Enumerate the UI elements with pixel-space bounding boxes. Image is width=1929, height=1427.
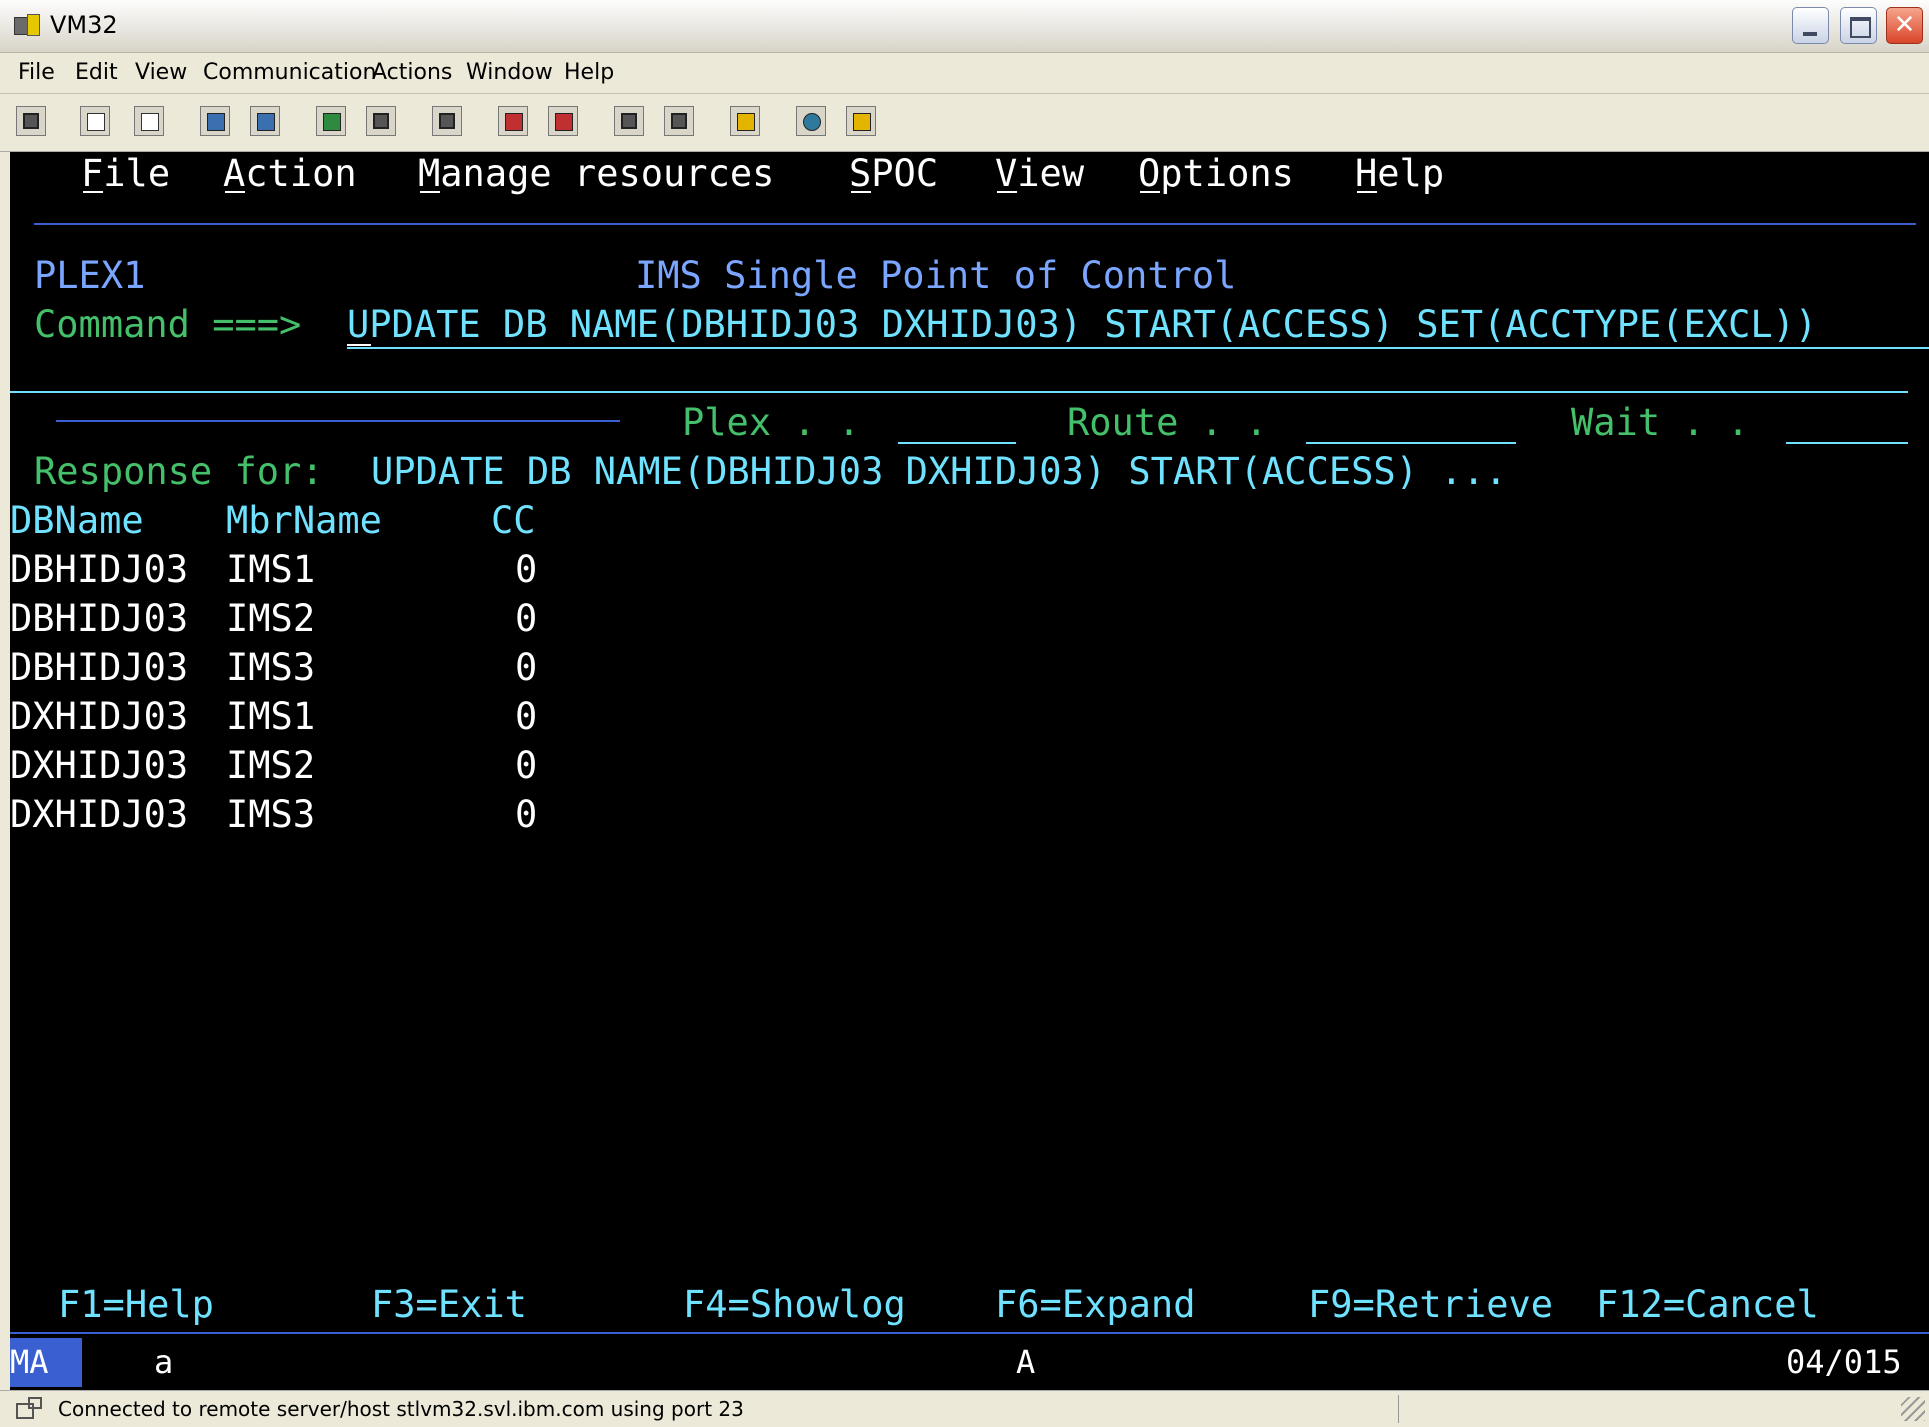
- dbname-cell: DXHIDJ03: [10, 793, 189, 836]
- host-connect-icon[interactable]: [614, 106, 644, 136]
- title-bar: VM32 ✕: [0, 0, 1929, 53]
- text-cursor: [347, 344, 371, 346]
- keyboard-map-icon[interactable]: [432, 106, 462, 136]
- toolbar: [0, 94, 1929, 152]
- cc-cell: 0: [515, 695, 538, 738]
- receive-file-icon[interactable]: [250, 106, 280, 136]
- action-bar-separator: [34, 223, 1916, 225]
- copy-icon[interactable]: [80, 106, 110, 136]
- mbrname-cell: IMS1: [226, 695, 316, 738]
- menu-edit[interactable]: Edit: [75, 60, 118, 85]
- connection-status: Connected to remote server/host stlvm32.…: [58, 1397, 744, 1421]
- dbname-cell: DBHIDJ03: [10, 548, 189, 591]
- action-manage-resources[interactable]: Manage resources: [418, 152, 774, 198]
- cc-cell: 0: [515, 793, 538, 836]
- mbrname-cell: IMS1: [226, 548, 316, 591]
- clipboard-icon[interactable]: [730, 106, 760, 136]
- mbrname-cell: IMS3: [226, 646, 316, 689]
- minimize-icon: [1803, 32, 1817, 36]
- network-connection-icon: [14, 1397, 42, 1419]
- cc-cell: 0: [515, 646, 538, 689]
- dbname-cell: DXHIDJ03: [10, 695, 189, 738]
- fkey-f9-retrieve[interactable]: F9=Retrieve: [1308, 1280, 1553, 1329]
- macro-record-icon[interactable]: [548, 106, 578, 136]
- dbname-cell: DBHIDJ03: [10, 646, 189, 689]
- fkey-f4-showlog[interactable]: F4=Showlog: [683, 1280, 906, 1329]
- mnemonic-underline: [851, 191, 871, 193]
- mnemonic-underline: [83, 191, 103, 193]
- status-bar: Connected to remote server/host stlvm32.…: [0, 1390, 1929, 1427]
- close-icon: ✕: [1893, 10, 1916, 40]
- wait-label: Wait . .: [1571, 401, 1750, 444]
- mnemonic-underline: [997, 191, 1017, 193]
- terminal-app-icon[interactable]: [14, 14, 40, 36]
- fkey-f1-help[interactable]: F1=Help: [58, 1280, 214, 1329]
- wait-input[interactable]: [1786, 442, 1908, 444]
- edit-icon[interactable]: [846, 106, 876, 136]
- plex-input[interactable]: [898, 442, 1016, 444]
- command-separator: [10, 391, 1908, 393]
- dbname-cell: DBHIDJ03: [10, 597, 189, 640]
- mbrname-cell: IMS2: [226, 744, 316, 787]
- status-divider: [1398, 1395, 1399, 1423]
- operator-info-area: MA a A 04/015: [10, 1338, 1929, 1388]
- mbrname-cell: IMS2: [226, 597, 316, 640]
- plex-name: PLEX1: [34, 254, 146, 297]
- oia-keyboard-state: A: [1016, 1343, 1036, 1381]
- resize-grip-icon[interactable]: [1901, 1397, 1925, 1421]
- host-disconnect-icon[interactable]: [664, 106, 694, 136]
- window-title: VM32: [50, 11, 118, 39]
- command-input-underline: [347, 347, 1929, 349]
- maximize-button[interactable]: [1840, 7, 1877, 44]
- dbname-cell: DXHIDJ03: [10, 744, 189, 787]
- menu-window[interactable]: Window: [466, 60, 553, 85]
- send-file-icon[interactable]: [200, 106, 230, 136]
- column-header-mbrname: MbrName: [226, 499, 382, 542]
- paste-icon[interactable]: [134, 106, 164, 136]
- screen-icon[interactable]: [366, 106, 396, 136]
- mnemonic-underline: [420, 191, 440, 193]
- fkey-f12-cancel[interactable]: F12=Cancel: [1596, 1280, 1819, 1329]
- menu-actions[interactable]: Actions: [372, 60, 452, 85]
- fkey-f6-expand[interactable]: F6=Expand: [995, 1280, 1195, 1329]
- response-command: UPDATE DB NAME(DBHIDJ03 DXHIDJ03) START(…: [371, 450, 1508, 493]
- display-icon[interactable]: [16, 106, 46, 136]
- fkey-f3-exit[interactable]: F3=Exit: [371, 1280, 527, 1329]
- column-header-cc: CC: [491, 499, 536, 542]
- oia-indicator: a: [154, 1343, 174, 1381]
- menu-communication[interactable]: Communication: [203, 60, 376, 85]
- route-input[interactable]: [1306, 442, 1516, 444]
- oia-mode: MA: [10, 1338, 82, 1387]
- oia-separator: [10, 1332, 1929, 1334]
- macro-play-icon[interactable]: [498, 106, 528, 136]
- close-button[interactable]: ✕: [1886, 7, 1923, 44]
- mnemonic-underline: [225, 191, 245, 193]
- cc-cell: 0: [515, 744, 538, 787]
- globe-icon[interactable]: [796, 106, 826, 136]
- terminal-screen[interactable]: File Action Manage resources SPOC View O…: [10, 152, 1929, 1390]
- mnemonic-underline: [1140, 191, 1160, 193]
- menu-bar: File Edit View Communication Actions Win…: [0, 53, 1929, 94]
- oia-cursor-position: 04/015: [1786, 1343, 1902, 1381]
- command-label: Command ===>: [34, 303, 302, 346]
- cc-cell: 0: [515, 597, 538, 640]
- menu-view[interactable]: View: [135, 60, 187, 85]
- keypad-icon[interactable]: [316, 106, 346, 136]
- cc-cell: 0: [515, 548, 538, 591]
- mnemonic-underline: [1357, 191, 1377, 193]
- mbrname-cell: IMS3: [226, 793, 316, 836]
- plex-label: Plex . .: [682, 401, 861, 444]
- response-label: Response for:: [34, 450, 324, 493]
- command-input[interactable]: UPDATE DB NAME(DBHIDJ03 DXHIDJ03) START(…: [347, 300, 1817, 349]
- maximize-icon: [1850, 17, 1871, 38]
- menu-file[interactable]: File: [18, 60, 55, 85]
- menu-help[interactable]: Help: [564, 60, 614, 85]
- options-line: [56, 420, 620, 422]
- route-label: Route . .: [1067, 401, 1268, 444]
- panel-title: IMS Single Point of Control: [635, 254, 1237, 297]
- column-header-dbname: DBName: [10, 499, 144, 542]
- minimize-button[interactable]: [1792, 7, 1829, 44]
- action-options[interactable]: Options: [1138, 152, 1294, 198]
